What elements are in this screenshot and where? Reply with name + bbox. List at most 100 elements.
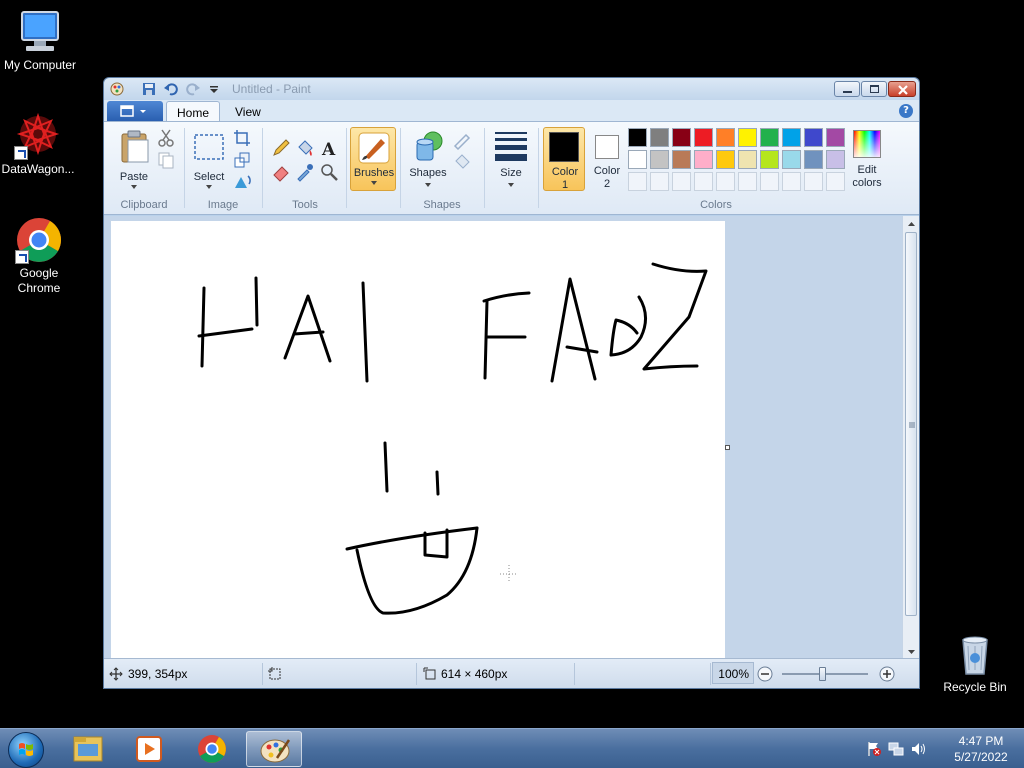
taskbar-explorer[interactable] — [60, 731, 116, 767]
outline-icon[interactable] — [452, 130, 472, 150]
paste-dropdown-icon[interactable] — [130, 185, 138, 190]
palette-swatch[interactable] — [672, 128, 691, 147]
palette-swatch[interactable] — [760, 128, 779, 147]
custom-color-slot[interactable] — [650, 172, 669, 191]
desktop-icon-google-chrome[interactable]: Google Chrome — [0, 216, 79, 296]
canvas-size: 614 × 460px — [441, 667, 508, 681]
custom-color-slot[interactable] — [672, 172, 691, 191]
start-button[interactable] — [8, 732, 44, 768]
scrollbar-thumb[interactable] — [905, 232, 917, 616]
desktop-icon-recycle-bin[interactable]: Recycle Bin — [935, 630, 1015, 695]
color2-button[interactable]: Color 2 — [587, 127, 627, 191]
palette-swatch[interactable] — [650, 150, 669, 169]
resize-icon[interactable] — [232, 150, 252, 170]
palette-swatch[interactable] — [738, 128, 757, 147]
paste-button[interactable]: Paste — [114, 128, 154, 190]
palette-swatch[interactable] — [716, 128, 735, 147]
fill-icon[interactable] — [295, 138, 315, 158]
paint-window[interactable]: Untitled - Paint Home View ? Paste Clipb… — [103, 77, 920, 689]
palette-swatch[interactable] — [672, 150, 691, 169]
text-icon[interactable]: A — [319, 138, 339, 158]
zoom-out-icon[interactable] — [757, 666, 773, 682]
palette-swatch[interactable] — [826, 128, 845, 147]
eraser-icon[interactable] — [271, 162, 291, 182]
save-icon[interactable] — [142, 82, 156, 96]
magnifier-icon[interactable] — [319, 162, 339, 182]
copy-icon[interactable] — [156, 150, 176, 170]
tab-home[interactable]: Home — [166, 101, 221, 122]
palette-swatch[interactable] — [694, 150, 713, 169]
shapes-dropdown-icon[interactable] — [424, 183, 432, 188]
shapes-button[interactable]: Shapes — [406, 128, 450, 190]
palette-swatch[interactable] — [782, 128, 801, 147]
pencil-icon[interactable] — [271, 138, 291, 158]
select-icon — [194, 134, 224, 160]
size-dropdown-icon[interactable] — [507, 183, 515, 188]
minimize-button[interactable] — [834, 81, 860, 97]
desktop-icon-label: DataWagon... — [1, 162, 75, 176]
custom-color-slot[interactable] — [716, 172, 735, 191]
tab-view[interactable]: View — [225, 101, 271, 122]
select-button[interactable]: Select — [190, 128, 228, 190]
taskbar-chrome[interactable] — [184, 731, 240, 767]
color1-button[interactable]: Color 1 — [543, 127, 585, 191]
brushes-dropdown-icon[interactable] — [370, 181, 378, 186]
undo-icon[interactable] — [164, 82, 178, 96]
palette-swatch[interactable] — [804, 128, 823, 147]
edit-colors-button[interactable]: Edit colors — [848, 128, 886, 190]
close-button[interactable] — [888, 81, 916, 97]
color-picker-icon[interactable] — [295, 162, 315, 182]
maximize-button[interactable] — [861, 81, 887, 97]
title-bar[interactable]: Untitled - Paint — [104, 78, 919, 100]
paint-icon — [260, 739, 291, 763]
zoom-slider[interactable] — [782, 667, 868, 681]
custom-color-slot[interactable] — [628, 172, 647, 191]
clock[interactable]: 4:47 PM 5/27/2022 — [946, 733, 1016, 765]
select-dropdown-icon[interactable] — [205, 185, 213, 190]
network-icon[interactable] — [888, 741, 904, 757]
palette-swatch[interactable] — [804, 150, 823, 169]
help-icon[interactable]: ? — [899, 104, 913, 118]
palette-swatch[interactable] — [826, 150, 845, 169]
crop-icon[interactable] — [232, 128, 252, 148]
palette-swatch[interactable] — [738, 150, 757, 169]
scroll-up-icon[interactable] — [903, 218, 920, 230]
canvas-resize-handle[interactable] — [725, 445, 730, 450]
palette-swatch[interactable] — [782, 150, 801, 169]
cursor-position: 399, 354px — [128, 667, 188, 681]
vertical-scrollbar[interactable] — [902, 216, 919, 660]
size-icon — [495, 132, 527, 161]
drawing-canvas[interactable] — [111, 221, 725, 660]
custom-color-slot[interactable] — [804, 172, 823, 191]
volume-icon[interactable] — [910, 741, 926, 757]
zoom-in-icon[interactable] — [879, 666, 895, 682]
redo-icon[interactable] — [186, 82, 200, 96]
fill-shape-icon[interactable] — [452, 152, 472, 172]
paint-app-icon[interactable] — [110, 82, 124, 96]
cut-icon[interactable] — [156, 128, 176, 148]
palette-swatch[interactable] — [760, 150, 779, 169]
custom-color-slot[interactable] — [738, 172, 757, 191]
customize-quick-access-icon[interactable] — [207, 82, 221, 96]
palette-swatch[interactable] — [628, 150, 647, 169]
rotate-icon[interactable] — [232, 172, 252, 192]
custom-color-slot[interactable] — [782, 172, 801, 191]
zoom-slider-thumb[interactable] — [819, 667, 826, 681]
desktop-icon-my-computer[interactable]: My Computer — [0, 8, 80, 73]
clock-time: 4:47 PM — [958, 734, 1004, 748]
palette-swatch[interactable] — [628, 128, 647, 147]
brushes-button[interactable]: Brushes — [350, 127, 396, 191]
taskbar-paint[interactable] — [246, 731, 302, 767]
custom-color-slot[interactable] — [694, 172, 713, 191]
palette-swatch[interactable] — [716, 150, 735, 169]
file-menu-button[interactable] — [107, 101, 163, 121]
palette-swatch[interactable] — [694, 128, 713, 147]
custom-color-slot[interactable] — [826, 172, 845, 191]
custom-color-slot[interactable] — [760, 172, 779, 191]
action-center-flag-icon[interactable] — [866, 741, 882, 757]
desktop-icon-datawagon[interactable]: DataWagon... — [0, 112, 78, 177]
taskbar-media-player[interactable] — [121, 731, 177, 767]
palette-swatch[interactable] — [650, 128, 669, 147]
scroll-down-icon[interactable] — [903, 646, 920, 658]
size-button[interactable]: Size — [490, 128, 532, 190]
